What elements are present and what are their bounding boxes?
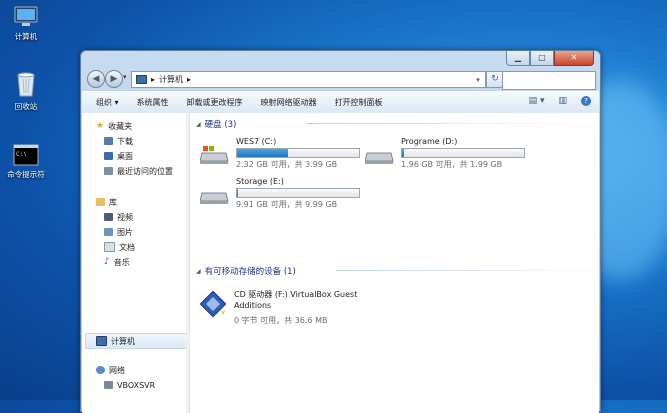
recycle-bin-icon xyxy=(15,70,37,98)
nav-computer-label: 计算机 xyxy=(111,336,135,346)
address-path-segment[interactable]: 计算机 xyxy=(159,74,183,85)
desktop-icon-recycle-bin[interactable]: 回收站 xyxy=(0,70,52,112)
toolbar-right: ▤ ▾ ▥ ? xyxy=(529,96,591,106)
desktop-icon-computer[interactable]: 计算机 xyxy=(0,6,52,42)
nav-item-label: 图片 xyxy=(117,227,133,237)
caption-buttons: ▁ ▢ ✕ xyxy=(506,51,594,66)
nav-item-label: 文档 xyxy=(119,242,135,252)
drive-space-info: 2.32 GB 可用，共 3.99 GB xyxy=(236,160,338,169)
star-icon: ★ xyxy=(96,121,105,131)
network-share-icon xyxy=(104,381,113,389)
nav-item-label: 桌面 xyxy=(117,151,133,161)
nav-computer[interactable]: 计算机 xyxy=(85,333,201,349)
group-divider xyxy=(306,123,596,124)
svg-text:C:\: C:\ xyxy=(16,151,27,158)
desktop-icon xyxy=(104,152,113,160)
nav-item-label: 最近访问的位置 xyxy=(117,166,173,176)
nav-libraries-label: 库 xyxy=(109,197,117,207)
preview-pane-button[interactable]: ▥ xyxy=(558,96,567,106)
device-name: CD 驱动器 (F:) VirtualBox Guest Additions xyxy=(234,290,358,310)
command-bar: 组织 ▾ 系统属性 卸载或更改程序 映射网络驱动器 打开控制面板 ▤ ▾ ▥ ? xyxy=(82,91,599,114)
nav-item-label: 下载 xyxy=(117,136,133,146)
nav-favorites-label: 收藏夹 xyxy=(108,121,133,131)
help-button[interactable]: ? xyxy=(581,96,591,106)
collapse-icon: ◢ xyxy=(196,267,201,275)
nav-pane-scrollbar[interactable] xyxy=(186,113,189,413)
desktop-icon-cmd[interactable]: C:\ 命令提示符 xyxy=(0,144,52,180)
documents-icon xyxy=(104,242,115,252)
maximize-button[interactable]: ▢ xyxy=(530,51,554,66)
group-title: 硬盘 (3) xyxy=(204,120,237,130)
library-icon xyxy=(96,198,105,206)
desktop-icon-label: 命令提示符 xyxy=(7,170,45,179)
hard-drive-windows-icon xyxy=(199,143,230,165)
drive-usage-fill xyxy=(237,149,289,157)
map-network-drive-button[interactable]: 映射网络驱动器 xyxy=(261,97,317,108)
forward-button[interactable]: ▶ xyxy=(105,70,123,88)
nav-item-label: 音乐 xyxy=(113,257,130,267)
collapse-icon: ◢ xyxy=(196,120,201,128)
group-title: 有可移动存储的设备 (1) xyxy=(204,267,296,277)
open-control-panel-button[interactable]: 打开控制面板 xyxy=(335,97,383,108)
content-pane: ◢ 硬盘 (3) WES7 (C:) 2.32 GB 可用，共 3.99 GB … xyxy=(190,113,626,413)
drive-usage-bar xyxy=(236,188,360,198)
recent-places-icon xyxy=(104,167,113,175)
organize-button[interactable]: 组织 ▾ xyxy=(96,97,119,108)
uninstall-program-button[interactable]: 卸载或更改程序 xyxy=(187,97,243,108)
navigation-bar: ◀ ▶ ▾ ▸ 计算机 ▸ ▾ ↻ xyxy=(85,69,596,90)
hard-drive-icon xyxy=(364,143,395,165)
change-view-button[interactable]: ▤ ▾ xyxy=(529,96,545,106)
group-divider xyxy=(336,270,626,271)
virtualbox-cd-icon xyxy=(199,290,228,321)
nav-network-label: 网络 xyxy=(109,365,125,375)
drive-name: Programe (D:) xyxy=(401,137,458,146)
drive-usage-fill xyxy=(402,149,405,157)
address-dropdown-icon[interactable]: ▾ xyxy=(471,76,485,84)
group-header-removable[interactable]: ◢ 有可移动存储的设备 (1) xyxy=(196,265,626,277)
address-path-separator[interactable]: ▸ xyxy=(187,75,191,84)
system-properties-button[interactable]: 系统属性 xyxy=(137,97,169,108)
drive-e[interactable]: Storage (E:) 9.91 GB 可用，共 9.99 GB xyxy=(199,177,360,215)
drive-space-info: 1.96 GB 可用，共 1.99 GB xyxy=(401,160,503,169)
music-icon: ♪ xyxy=(104,257,110,267)
cd-drive-f[interactable]: CD 驱动器 (F:) VirtualBox Guest Additions 0… xyxy=(198,289,458,329)
drive-usage-bar xyxy=(401,148,525,158)
downloads-icon xyxy=(104,137,113,145)
explorer-window: ▁ ▢ ✕ ◀ ▶ ▾ ▸ 计算机 ▸ ▾ ↻ 组织 ▾ 系统属性 卸载或更改程… xyxy=(80,50,626,413)
command-prompt-icon: C:\ xyxy=(13,144,39,166)
search-input[interactable] xyxy=(502,71,596,90)
navigation-pane: ★ 收藏夹 下载 桌面 最近访问的位置 库 视频 图片 文档 ♪ 音乐 计算机 … xyxy=(82,113,201,413)
address-root-separator[interactable]: ▸ xyxy=(151,75,155,84)
drive-space-info: 9.91 GB 可用，共 9.99 GB xyxy=(236,200,338,209)
computer-icon xyxy=(13,6,39,28)
drive-d[interactable]: Programe (D:) 1.96 GB 可用，共 1.99 GB xyxy=(364,137,525,175)
desktop-icon-label: 回收站 xyxy=(14,102,38,111)
nav-item-label: VBOXSVR xyxy=(117,380,156,390)
desktop-icon-label: 计算机 xyxy=(14,32,38,41)
history-dropdown-icon[interactable]: ▾ xyxy=(123,73,127,81)
drive-c[interactable]: WES7 (C:) 2.32 GB 可用，共 3.99 GB xyxy=(199,137,360,175)
drive-usage-bar xyxy=(236,148,360,158)
minimize-button[interactable]: ▁ xyxy=(506,51,530,66)
drive-usage-fill xyxy=(237,189,239,197)
drive-name: WES7 (C:) xyxy=(236,137,277,146)
network-icon xyxy=(96,366,105,374)
pictures-icon xyxy=(104,228,113,236)
device-space-info: 0 字节 可用，共 36.6 MB xyxy=(234,316,328,325)
close-button[interactable]: ✕ xyxy=(554,51,594,66)
group-header-hard-disks[interactable]: ◢ 硬盘 (3) xyxy=(196,118,596,130)
hard-drive-icon xyxy=(199,183,230,205)
computer-icon xyxy=(96,336,107,346)
videos-icon xyxy=(104,213,113,221)
address-bar[interactable]: ▸ 计算机 ▸ ▾ xyxy=(131,71,486,88)
nav-item-label: 视频 xyxy=(117,212,133,222)
computer-small-icon xyxy=(136,75,147,84)
drive-name: Storage (E:) xyxy=(236,177,284,186)
back-button[interactable]: ◀ xyxy=(87,70,105,88)
